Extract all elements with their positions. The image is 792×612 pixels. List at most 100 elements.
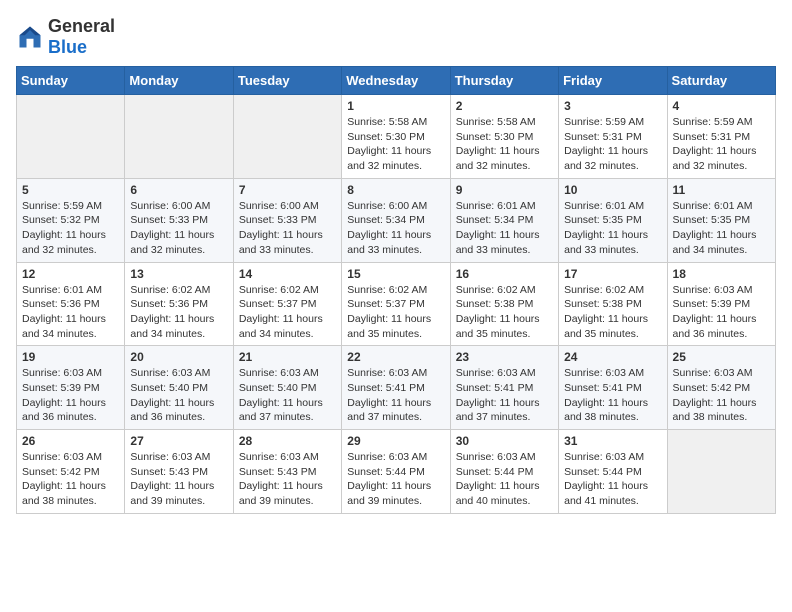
- calendar-cell: [17, 95, 125, 179]
- calendar-cell: 19 Sunrise: 6:03 AMSunset: 5:39 PMDayligh…: [17, 346, 125, 430]
- page-header: General Blue: [16, 16, 776, 58]
- day-info: Sunrise: 6:01 AMSunset: 5:36 PMDaylight:…: [22, 283, 119, 342]
- calendar-cell: 25 Sunrise: 6:03 AMSunset: 5:42 PMDayligh…: [667, 346, 775, 430]
- calendar-cell: [125, 95, 233, 179]
- col-friday: Friday: [559, 67, 667, 95]
- day-number: 4: [673, 99, 770, 113]
- calendar-cell: 28Sunrise: 6:03 AMSunset: 5:43 PMDayligh…: [233, 430, 341, 514]
- day-number: 23: [456, 350, 553, 364]
- calendar-cell: 27 Sunrise: 6:03 AMSunset: 5:43 PMDayligh…: [125, 430, 233, 514]
- calendar-cell: [233, 95, 341, 179]
- calendar-week-row: 26 Sunrise: 6:03 AMSunset: 5:42 PMDayligh…: [17, 430, 776, 514]
- calendar-cell: 1 Sunrise: 5:58 AMSunset: 5:30 PMDaylight…: [342, 95, 450, 179]
- calendar-cell: 29 Sunrise: 6:03 AMSunset: 5:44 PMDayligh…: [342, 430, 450, 514]
- day-info: Sunrise: 6:02 AMSunset: 5:38 PMDaylight:…: [564, 283, 661, 342]
- day-info: Sunrise: 5:58 AMSunset: 5:30 PMDaylight:…: [347, 115, 444, 174]
- day-info: Sunrise: 6:00 AMSunset: 5:34 PMDaylight:…: [347, 199, 444, 258]
- col-monday: Monday: [125, 67, 233, 95]
- calendar-cell: 12 Sunrise: 6:01 AMSunset: 5:36 PMDayligh…: [17, 262, 125, 346]
- day-number: 11: [673, 183, 770, 197]
- calendar-cell: 5 Sunrise: 5:59 AMSunset: 5:32 PMDaylight…: [17, 178, 125, 262]
- day-info: Sunrise: 6:03 AMSunset: 5:39 PMDaylight:…: [673, 283, 770, 342]
- day-number: 17: [564, 267, 661, 281]
- calendar-cell: 7 Sunrise: 6:00 AMSunset: 5:33 PMDaylight…: [233, 178, 341, 262]
- calendar-cell: 20Sunrise: 6:03 AMSunset: 5:40 PMDayligh…: [125, 346, 233, 430]
- day-number: 5: [22, 183, 119, 197]
- calendar-cell: 4 Sunrise: 5:59 AMSunset: 5:31 PMDaylight…: [667, 95, 775, 179]
- calendar-cell: 3 Sunrise: 5:59 AMSunset: 5:31 PMDaylight…: [559, 95, 667, 179]
- calendar-cell: 30 Sunrise: 6:03 AMSunset: 5:44 PMDayligh…: [450, 430, 558, 514]
- day-info: Sunrise: 5:59 AMSunset: 5:32 PMDaylight:…: [22, 199, 119, 258]
- day-number: 19: [22, 350, 119, 364]
- calendar-cell: 23Sunrise: 6:03 AMSunset: 5:41 PMDayligh…: [450, 346, 558, 430]
- day-number: 28: [239, 434, 336, 448]
- calendar-cell: 10Sunrise: 6:01 AMSunset: 5:35 PMDayligh…: [559, 178, 667, 262]
- col-wednesday: Wednesday: [342, 67, 450, 95]
- day-info: Sunrise: 6:03 AMSunset: 5:43 PMDaylight:…: [130, 450, 227, 509]
- calendar-cell: 13Sunrise: 6:02 AMSunset: 5:36 PMDayligh…: [125, 262, 233, 346]
- day-info: Sunrise: 6:01 AMSunset: 5:35 PMDaylight:…: [564, 199, 661, 258]
- calendar-cell: 15 Sunrise: 6:02 AMSunset: 5:37 PMDayligh…: [342, 262, 450, 346]
- day-info: Sunrise: 5:59 AMSunset: 5:31 PMDaylight:…: [564, 115, 661, 174]
- calendar-cell: 26 Sunrise: 6:03 AMSunset: 5:42 PMDayligh…: [17, 430, 125, 514]
- day-number: 29: [347, 434, 444, 448]
- day-info: Sunrise: 6:03 AMSunset: 5:40 PMDaylight:…: [239, 366, 336, 425]
- calendar-cell: 9 Sunrise: 6:01 AMSunset: 5:34 PMDaylight…: [450, 178, 558, 262]
- day-info: Sunrise: 6:03 AMSunset: 5:39 PMDaylight:…: [22, 366, 119, 425]
- calendar-week-row: 5 Sunrise: 5:59 AMSunset: 5:32 PMDaylight…: [17, 178, 776, 262]
- day-info: Sunrise: 6:03 AMSunset: 5:42 PMDaylight:…: [22, 450, 119, 509]
- day-info: Sunrise: 6:03 AMSunset: 5:41 PMDaylight:…: [564, 366, 661, 425]
- col-tuesday: Tuesday: [233, 67, 341, 95]
- day-number: 27: [130, 434, 227, 448]
- day-info: Sunrise: 6:00 AMSunset: 5:33 PMDaylight:…: [239, 199, 336, 258]
- day-number: 21: [239, 350, 336, 364]
- day-number: 7: [239, 183, 336, 197]
- calendar-cell: 11 Sunrise: 6:01 AMSunset: 5:35 PMDayligh…: [667, 178, 775, 262]
- logo-general: General: [48, 16, 115, 36]
- day-number: 20: [130, 350, 227, 364]
- day-number: 12: [22, 267, 119, 281]
- day-number: 13: [130, 267, 227, 281]
- calendar-cell: 31Sunrise: 6:03 AMSunset: 5:44 PMDayligh…: [559, 430, 667, 514]
- day-info: Sunrise: 6:00 AMSunset: 5:33 PMDaylight:…: [130, 199, 227, 258]
- col-saturday: Saturday: [667, 67, 775, 95]
- day-info: Sunrise: 6:03 AMSunset: 5:44 PMDaylight:…: [564, 450, 661, 509]
- day-number: 25: [673, 350, 770, 364]
- day-info: Sunrise: 5:59 AMSunset: 5:31 PMDaylight:…: [673, 115, 770, 174]
- calendar-week-row: 19 Sunrise: 6:03 AMSunset: 5:39 PMDayligh…: [17, 346, 776, 430]
- day-number: 18: [673, 267, 770, 281]
- day-info: Sunrise: 6:03 AMSunset: 5:42 PMDaylight:…: [673, 366, 770, 425]
- calendar-cell: 17 Sunrise: 6:02 AMSunset: 5:38 PMDayligh…: [559, 262, 667, 346]
- calendar-cell: 22Sunrise: 6:03 AMSunset: 5:41 PMDayligh…: [342, 346, 450, 430]
- calendar-header-row: Sunday Monday Tuesday Wednesday Thursday…: [17, 67, 776, 95]
- calendar-cell: [667, 430, 775, 514]
- day-info: Sunrise: 5:58 AMSunset: 5:30 PMDaylight:…: [456, 115, 553, 174]
- day-number: 26: [22, 434, 119, 448]
- day-number: 9: [456, 183, 553, 197]
- calendar-table: Sunday Monday Tuesday Wednesday Thursday…: [16, 66, 776, 514]
- calendar-cell: 2 Sunrise: 5:58 AMSunset: 5:30 PMDaylight…: [450, 95, 558, 179]
- day-info: Sunrise: 6:03 AMSunset: 5:44 PMDaylight:…: [347, 450, 444, 509]
- day-info: Sunrise: 6:01 AMSunset: 5:35 PMDaylight:…: [673, 199, 770, 258]
- day-number: 6: [130, 183, 227, 197]
- day-number: 1: [347, 99, 444, 113]
- day-number: 2: [456, 99, 553, 113]
- day-number: 3: [564, 99, 661, 113]
- day-info: Sunrise: 6:03 AMSunset: 5:44 PMDaylight:…: [456, 450, 553, 509]
- calendar-cell: 14Sunrise: 6:02 AMSunset: 5:37 PMDayligh…: [233, 262, 341, 346]
- col-thursday: Thursday: [450, 67, 558, 95]
- calendar-week-row: 1 Sunrise: 5:58 AMSunset: 5:30 PMDaylight…: [17, 95, 776, 179]
- logo: General Blue: [16, 16, 115, 58]
- day-number: 15: [347, 267, 444, 281]
- calendar-week-row: 12 Sunrise: 6:01 AMSunset: 5:36 PMDayligh…: [17, 262, 776, 346]
- calendar-cell: 21 Sunrise: 6:03 AMSunset: 5:40 PMDayligh…: [233, 346, 341, 430]
- day-number: 30: [456, 434, 553, 448]
- logo-icon: [16, 23, 44, 51]
- day-number: 24: [564, 350, 661, 364]
- calendar-cell: 24 Sunrise: 6:03 AMSunset: 5:41 PMDayligh…: [559, 346, 667, 430]
- calendar-cell: 6 Sunrise: 6:00 AMSunset: 5:33 PMDaylight…: [125, 178, 233, 262]
- day-info: Sunrise: 6:02 AMSunset: 5:37 PMDaylight:…: [347, 283, 444, 342]
- day-info: Sunrise: 6:03 AMSunset: 5:41 PMDaylight:…: [347, 366, 444, 425]
- day-info: Sunrise: 6:01 AMSunset: 5:34 PMDaylight:…: [456, 199, 553, 258]
- calendar-cell: 16Sunrise: 6:02 AMSunset: 5:38 PMDayligh…: [450, 262, 558, 346]
